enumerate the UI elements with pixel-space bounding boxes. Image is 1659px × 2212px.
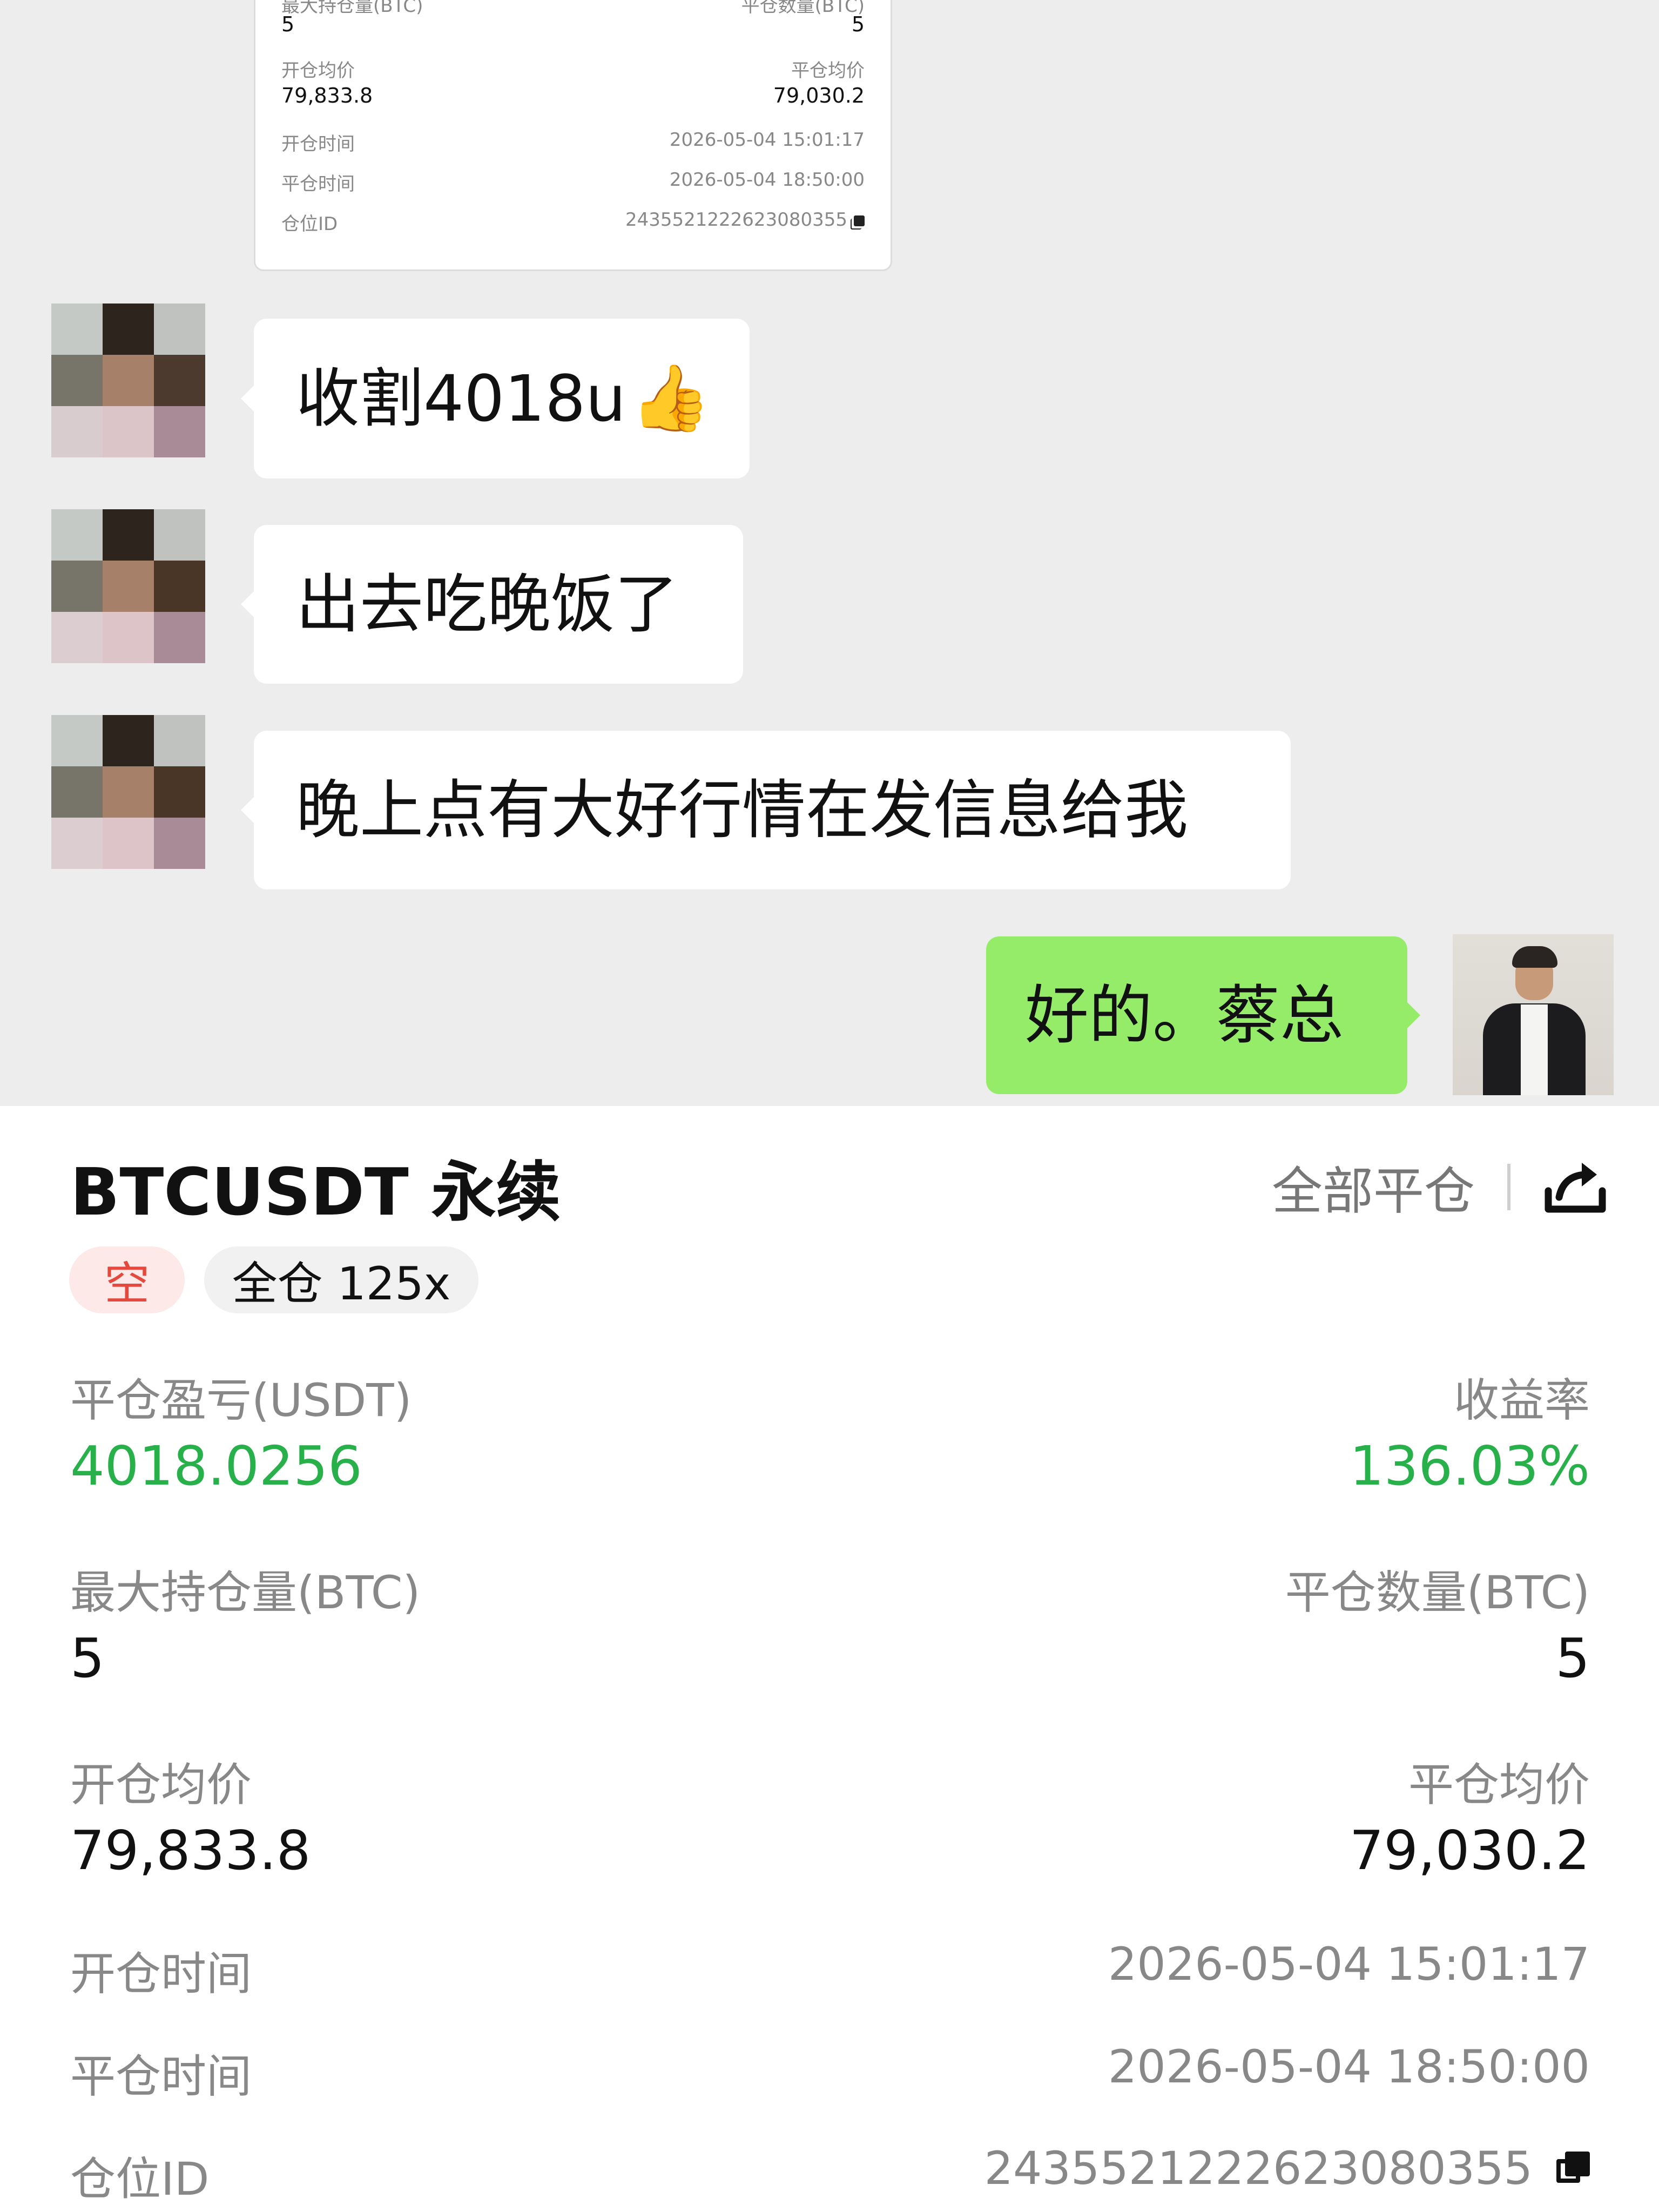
divider [1507,1164,1510,1210]
mini-position-id-value: 2435521222623080355 [625,209,847,231]
close-time-value: 2026-05-04 18:50:00 [1108,2040,1590,2093]
open-avg-label: 开仓均价 [70,1758,252,1811]
pnl-value: 4018.0256 [70,1434,362,1498]
message-text: 出去吃晚饭了 [296,567,679,642]
message-bubble[interactable]: 出去吃晚饭了 [241,525,743,684]
my-avatar[interactable] [1453,934,1614,1095]
message-text: 好的。蔡总 [1025,978,1344,1053]
my-message-bubble[interactable]: 好的。蔡总 [986,936,1420,1094]
open-time-label: 开仓时间 [70,1947,252,2000]
mini-max-position-label: 最大持仓量(BTC) [281,0,423,17]
position-id-label: 仓位ID [70,2153,210,2206]
close-avg-label: 平仓均价 [1408,1758,1590,1811]
mini-open-time-value: 2026-05-04 15:01:17 [669,129,865,151]
copy-icon[interactable] [1556,2152,1590,2185]
margin-mode-tag: 全仓 125x [204,1246,478,1313]
close-all-button[interactable]: 全部平仓 [1272,1150,1475,1224]
chat-area: 最大持仓量(BTC) 平仓数量(BTC) 5 5 开仓均价 平仓均价 79,83… [0,0,1659,1106]
mini-close-qty-value: 5 [851,12,865,36]
contact-avatar[interactable] [51,509,205,663]
roi-value: 136.03% [1350,1434,1590,1498]
thumbs-up-icon: 👍 [630,361,711,436]
open-avg-value: 79,833.8 [70,1819,311,1882]
mini-close-qty-label: 平仓数量(BTC) [741,0,865,17]
mini-close-avg-value: 79,030.2 [773,84,865,107]
contract-title: BTCUSDT 永续 [70,1155,561,1230]
mini-open-avg-value: 79,833.8 [281,84,373,107]
direction-tag: 空 [69,1246,185,1313]
message-text: 晚上点有大好行情在发信息给我 [296,773,1189,847]
close-time-label: 平仓时间 [70,2050,252,2103]
close-avg-value: 79,030.2 [1349,1819,1590,1882]
header-actions: 全部平仓 [1272,1150,1608,1224]
close-qty-value: 5 [1555,1627,1590,1690]
open-time-value: 2026-05-04 15:01:17 [1108,1938,1590,1991]
mini-close-time-value: 2026-05-04 18:50:00 [669,169,865,191]
mini-open-avg-label: 开仓均价 [281,60,355,82]
mini-position-id: 2435521222623080355 [625,209,865,231]
mini-close-time-label: 平仓时间 [281,173,355,195]
mini-copy-icon[interactable] [854,215,865,226]
message-bubble[interactable]: 晚上点有大好行情在发信息给我 [241,731,1291,889]
max-position-label: 最大持仓量(BTC) [70,1566,421,1619]
pnl-label: 平仓盈亏(USDT) [70,1374,412,1427]
mini-max-position-value: 5 [281,12,295,36]
position-id-value: 2435521222623080355 [984,2142,1533,2195]
mini-open-time-label: 开仓时间 [281,133,355,155]
message-text: 收割4018u [296,361,626,436]
contact-avatar[interactable] [51,304,205,457]
mini-close-avg-label: 平仓均价 [791,60,865,82]
share-icon[interactable] [1543,1157,1608,1217]
roi-label: 收益率 [1453,1374,1590,1427]
max-position-value: 5 [70,1627,105,1690]
shared-position-card[interactable]: 最大持仓量(BTC) 平仓数量(BTC) 5 5 开仓均价 平仓均价 79,83… [254,0,892,271]
position-id-row: 2435521222623080355 [984,2142,1590,2195]
contact-avatar[interactable] [51,715,205,869]
message-bubble[interactable]: 收割4018u 👍 [241,319,750,478]
close-qty-label: 平仓数量(BTC) [1285,1566,1590,1619]
mini-position-id-label: 仓位ID [281,213,338,235]
